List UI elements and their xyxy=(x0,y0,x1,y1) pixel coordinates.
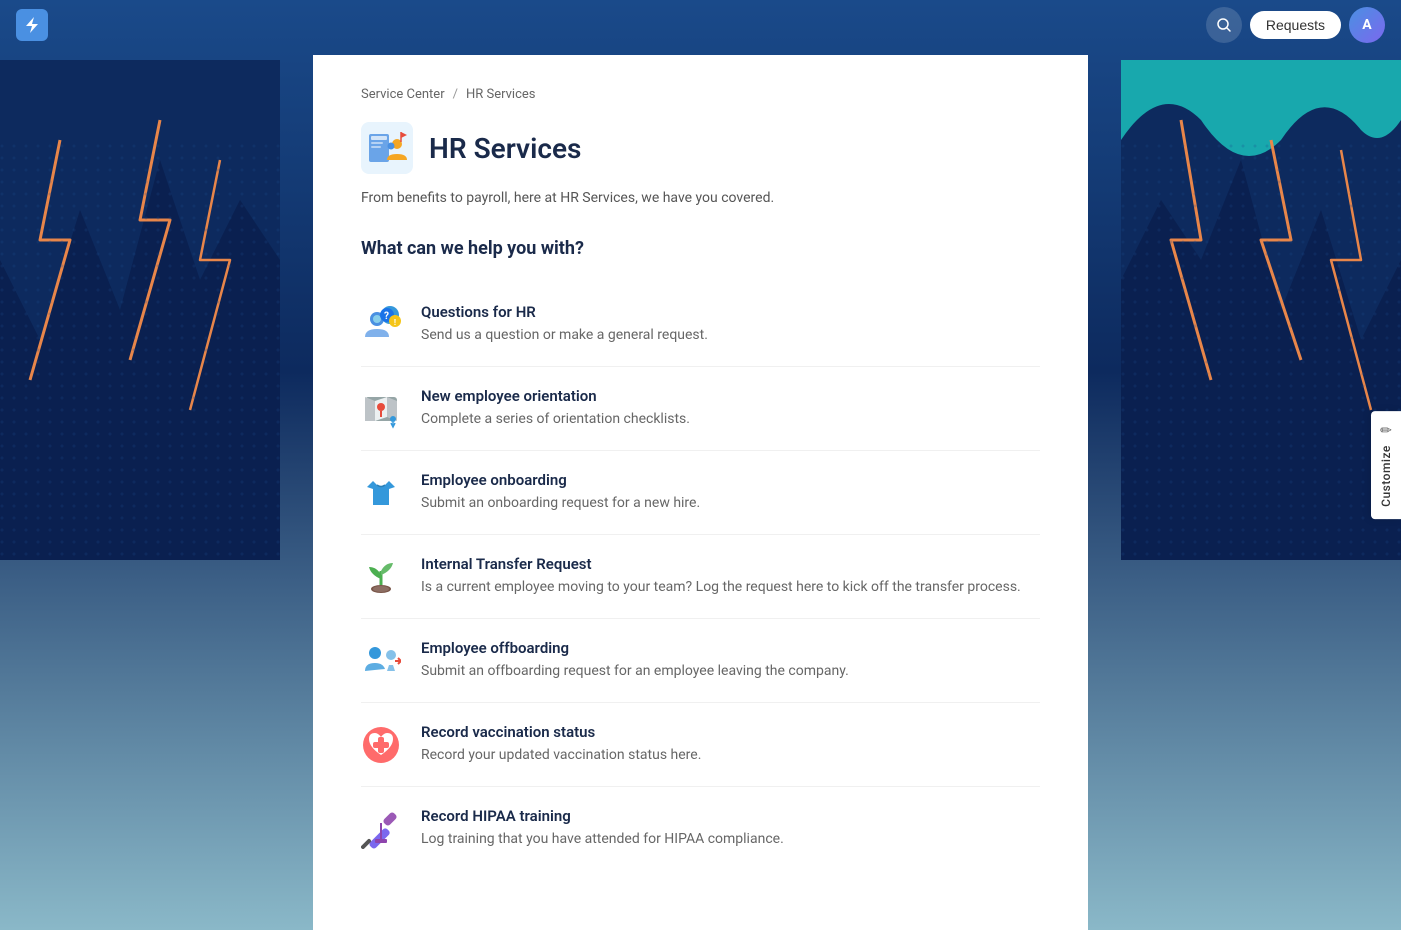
customize-label: Customize xyxy=(1379,445,1393,507)
service-item-transfer[interactable]: Internal Transfer Request Is a current e… xyxy=(361,535,1040,619)
service-title-offboarding: Employee offboarding xyxy=(421,639,1040,657)
service-content-offboarding: Employee offboarding Submit an offboardi… xyxy=(421,639,1040,682)
page-icon xyxy=(361,122,413,174)
app-logo[interactable] xyxy=(16,9,48,41)
service-desc-hipaa: Log training that you have attended for … xyxy=(421,829,1040,850)
avatar[interactable]: A xyxy=(1349,7,1385,43)
service-desc-offboarding: Submit an offboarding request for an emp… xyxy=(421,661,1040,682)
breadcrumb: Service Center / HR Services xyxy=(361,87,1040,102)
top-navigation: Requests A xyxy=(0,0,1401,50)
search-button[interactable] xyxy=(1206,7,1242,43)
service-desc-orientation: Complete a series of orientation checkli… xyxy=(421,409,1040,430)
service-item-hipaa[interactable]: Record HIPAA training Log training that … xyxy=(361,787,1040,870)
service-title-questions-hr: Questions for HR xyxy=(421,303,1040,321)
page-title: HR Services xyxy=(429,132,581,165)
service-item-vaccination[interactable]: Record vaccination status Record your up… xyxy=(361,703,1040,787)
service-desc-questions-hr: Send us a question or make a general req… xyxy=(421,325,1040,346)
service-title-vaccination: Record vaccination status xyxy=(421,723,1040,741)
breadcrumb-separator: / xyxy=(453,87,458,102)
service-title-transfer: Internal Transfer Request xyxy=(421,555,1040,573)
main-wrapper: Service Center / HR Services xyxy=(0,0,1401,930)
service-content-transfer: Internal Transfer Request Is a current e… xyxy=(421,555,1040,598)
service-desc-onboarding: Submit an onboarding request for a new h… xyxy=(421,493,1040,514)
vaccination-icon xyxy=(361,725,401,765)
service-item-onboarding[interactable]: Employee onboarding Submit an onboarding… xyxy=(361,451,1040,535)
breadcrumb-parent[interactable]: Service Center xyxy=(361,87,445,102)
service-title-hipaa: Record HIPAA training xyxy=(421,807,1040,825)
service-content-hipaa: Record HIPAA training Log training that … xyxy=(421,807,1040,850)
transfer-icon xyxy=(361,557,401,597)
service-list: ? ! Questions for HR Send us a question … xyxy=(361,283,1040,870)
customize-tab[interactable]: ✏ Customize xyxy=(1371,411,1401,519)
orientation-icon xyxy=(361,389,401,429)
service-content-questions-hr: Questions for HR Send us a question or m… xyxy=(421,303,1040,346)
svg-text:?: ? xyxy=(384,311,389,322)
service-item-questions-hr[interactable]: ? ! Questions for HR Send us a question … xyxy=(361,283,1040,367)
onboarding-icon xyxy=(361,473,401,513)
customize-icon: ✏ xyxy=(1380,423,1392,439)
service-item-offboarding[interactable]: Employee offboarding Submit an offboardi… xyxy=(361,619,1040,703)
service-content-vaccination: Record vaccination status Record your up… xyxy=(421,723,1040,766)
svg-text:!: ! xyxy=(394,318,396,327)
page-header: HR Services xyxy=(361,122,1040,174)
questions-hr-icon: ? ! xyxy=(361,305,401,345)
requests-button[interactable]: Requests xyxy=(1250,11,1341,39)
service-desc-vaccination: Record your updated vaccination status h… xyxy=(421,745,1040,766)
offboarding-icon xyxy=(361,641,401,681)
service-desc-transfer: Is a current employee moving to your tea… xyxy=(421,577,1040,598)
service-title-onboarding: Employee onboarding xyxy=(421,471,1040,489)
service-content-orientation: New employee orientation Complete a seri… xyxy=(421,387,1040,430)
service-content-onboarding: Employee onboarding Submit an onboarding… xyxy=(421,471,1040,514)
content-card: Service Center / HR Services xyxy=(313,55,1088,930)
service-title-orientation: New employee orientation xyxy=(421,387,1040,405)
page-description: From benefits to payroll, here at HR Ser… xyxy=(361,190,1040,206)
breadcrumb-current: HR Services xyxy=(466,87,536,102)
hipaa-icon xyxy=(361,809,401,849)
nav-right-area: Requests A xyxy=(1206,7,1385,43)
service-item-orientation[interactable]: New employee orientation Complete a seri… xyxy=(361,367,1040,451)
section-heading: What can we help you with? xyxy=(361,238,1040,259)
